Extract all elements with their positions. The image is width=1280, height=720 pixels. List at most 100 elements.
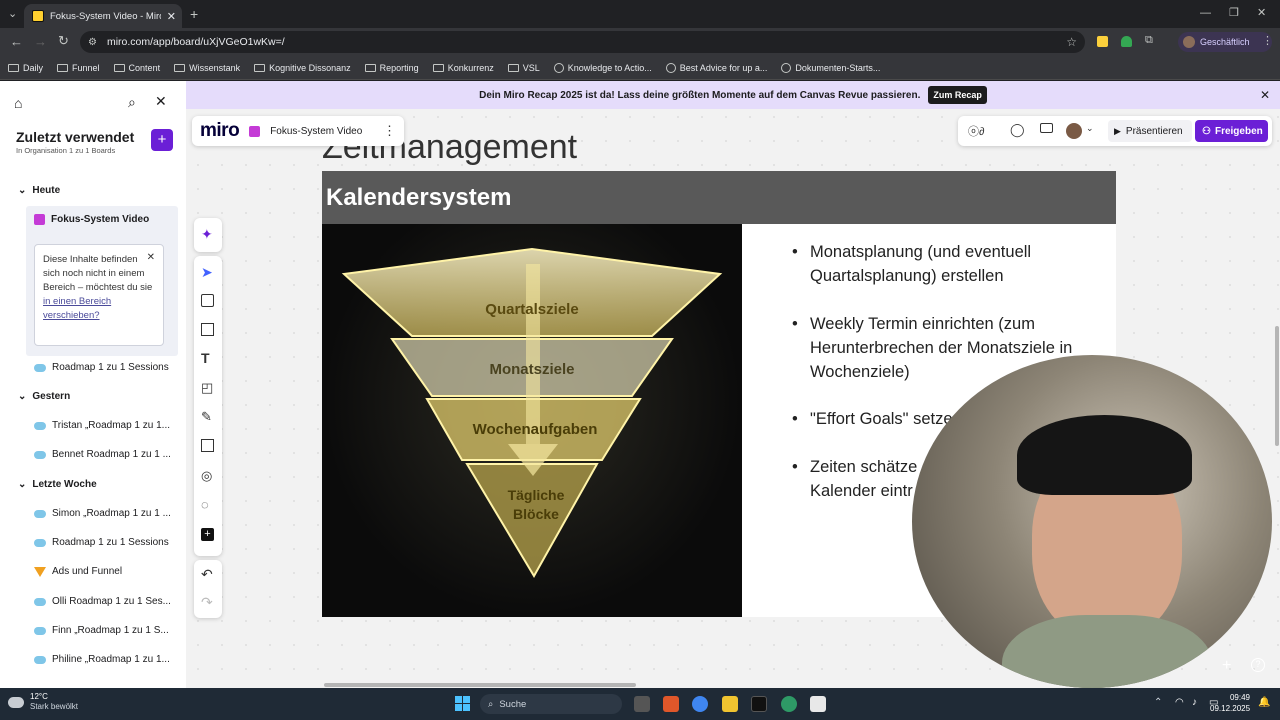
select-cursor-icon[interactable]: ➤ [201,264,213,281]
bookmark-daily[interactable]: Daily [8,63,43,73]
app-icon[interactable] [751,696,767,712]
board-icon [34,214,45,225]
home-icon[interactable]: ⌂ [14,95,22,111]
redo-icon[interactable]: ↷ [201,594,213,611]
bookmark-best-advice[interactable]: Best Advice for up a... [665,62,767,73]
pen-icon[interactable]: ✎ [201,409,212,425]
site-info-icon[interactable]: ⚙ [88,37,97,48]
bookmark-vsl[interactable]: VSL [507,63,540,73]
bookmark-dokumenten[interactable]: Dokumenten-Starts... [781,62,880,73]
address-bar[interactable]: ⚙ miro.com/app/board/uXjVGeO1wKw=/ ☆ [80,31,1085,53]
sidebar-item[interactable]: Bennet Roadmap 1 zu 1 ... [34,449,171,460]
bookmark-reporting[interactable]: Reporting [364,63,419,73]
extensions-puzzle-icon[interactable]: ⧉ [1145,34,1153,47]
share-button[interactable]: ⚇ Freigeben [1195,120,1268,142]
section-yesterday[interactable]: ⌄ Gestern [18,391,70,402]
minimize-icon[interactable]: — [1200,7,1211,19]
browser-tab[interactable]: Fokus-System Video - Miro ✕ [24,4,182,28]
sticky-note-icon[interactable] [201,294,214,307]
notice-link[interactable]: in einen Bereich verschieben? [43,296,111,321]
recap-button[interactable]: Zum Recap [928,86,987,104]
reload-icon[interactable]: ↻ [58,33,69,49]
windows-start-icon[interactable] [455,696,470,711]
sidebar-item[interactable]: Philine „Roadmap 1 zu 1... [34,654,170,665]
shapes-icon[interactable]: ◰ [201,380,213,396]
help-icon[interactable]: ? [1251,658,1265,672]
board-menu-icon[interactable]: ⋮ [383,123,396,139]
app-icon[interactable] [663,696,679,712]
back-icon[interactable]: ← [10,34,23,49]
close-tab-icon[interactable]: ✕ [167,10,176,23]
bookmark-content[interactable]: Content [113,62,161,73]
chevron-down-icon: ⌄ [18,391,27,402]
bookmark-funnel[interactable]: Funnel [57,63,100,73]
sidebar-item[interactable]: Tristan „Roadmap 1 zu 1... [34,420,170,431]
close-window-icon[interactable]: ✕ [1257,6,1266,19]
chrome-icon[interactable] [692,696,708,712]
weather-widget[interactable]: 12°C Stark bewölkt [8,692,78,712]
section-today[interactable]: ⌄ Heute [18,185,60,196]
undo-icon[interactable]: ↶ [201,566,213,583]
bookmark-konkurrenz[interactable]: Konkurrenz [432,63,494,73]
sparkle-icon[interactable]: ✦ [201,226,213,243]
volume-icon[interactable]: ♪ [1192,697,1197,708]
forward-icon[interactable]: → [34,34,47,49]
board-name[interactable]: Fokus-System Video [270,126,362,137]
bookmark-kognitive-dissonanz[interactable]: Kognitive Dissonanz [254,63,351,73]
bookmark-star-icon[interactable]: ☆ [1066,35,1077,49]
zoom-in-icon[interactable]: + [1222,657,1231,675]
frame-icon[interactable] [201,439,214,452]
template-icon[interactable] [201,323,214,336]
reactions-icon[interactable]: ⓞ∂ [968,123,984,139]
video-icon[interactable] [1040,123,1053,133]
new-tab-icon[interactable]: + [190,6,198,22]
section-last-week[interactable]: ⌄ Letzte Woche [18,479,97,490]
bookmark-knowledge[interactable]: Knowledge to Actio... [553,62,652,73]
share-label: Freigeben [1214,125,1263,137]
user-avatar[interactable] [1066,123,1082,139]
app-icon[interactable] [810,696,826,712]
horizontal-scrollbar[interactable] [324,683,636,687]
text-icon[interactable]: T [201,350,210,366]
share-users-icon: ⚇ [1202,125,1211,137]
chrome-profile-icon[interactable] [781,696,797,712]
new-board-button[interactable]: + [151,129,173,151]
sidebar-item[interactable]: Finn „Roadmap 1 zu 1 S... [34,625,169,636]
sidebar-item-fokus-system[interactable]: Fokus-System Video [34,214,149,225]
chat-icon[interactable]: ◯ [1010,122,1025,138]
vertical-scrollbar[interactable] [1275,326,1279,446]
color-palette-icon[interactable]: ◎ [201,468,212,484]
present-button[interactable]: ▶ Präsentieren [1108,120,1192,142]
search-icon[interactable]: ⌕ [128,94,136,111]
chevron-down-icon[interactable]: ⌄ [1086,123,1094,134]
sidebar-item[interactable]: Ads und Funnel [34,566,122,577]
more-apps-icon[interactable]: + [201,528,214,541]
ai-tool-panel: ✦ [194,218,222,252]
close-notice-icon[interactable]: ✕ [147,251,155,265]
sidebar-subtitle: In Organisation 1 zu 1 Boards [16,146,116,155]
extension-icon[interactable] [1097,36,1108,47]
miro-logo[interactable]: miro [200,120,240,142]
profile-chip[interactable]: Geschäftlich [1178,32,1272,52]
task-view-icon[interactable] [634,696,650,712]
sidebar-item[interactable]: Roadmap 1 zu 1 Sessions [34,537,169,548]
comment-icon[interactable]: ◌ [201,497,209,512]
close-banner-icon[interactable]: ✕ [1260,88,1270,102]
wifi-icon[interactable]: ◠ [1175,697,1184,708]
sidebar-item[interactable]: Olli Roadmap 1 zu 1 Ses... [34,596,171,607]
maximize-icon[interactable]: ❐ [1229,6,1239,19]
bookmark-label: Content [128,62,161,73]
sidebar-item[interactable]: Simon „Roadmap 1 zu 1 ... [34,508,171,519]
tray-chevron-icon[interactable]: ⌃ [1154,697,1162,708]
sidebar-item[interactable]: Roadmap 1 zu 1 Sessions [34,362,169,373]
file-explorer-icon[interactable] [722,696,738,712]
bookmark-wissenstank[interactable]: Wissenstank [174,63,240,73]
folder-icon [432,63,444,72]
notification-icon[interactable]: 🔔 [1258,697,1270,708]
taskbar-search[interactable]: ⌕ Suche [480,694,622,714]
close-sidebar-icon[interactable]: ✕ [155,93,167,110]
drive-extension-icon[interactable] [1121,36,1132,47]
browser-menu-icon[interactable]: ⋮ [1262,34,1273,47]
clock[interactable]: 09:49 09.12.2025 [1210,692,1250,714]
tab-search-icon[interactable]: ⌄ [8,7,17,20]
